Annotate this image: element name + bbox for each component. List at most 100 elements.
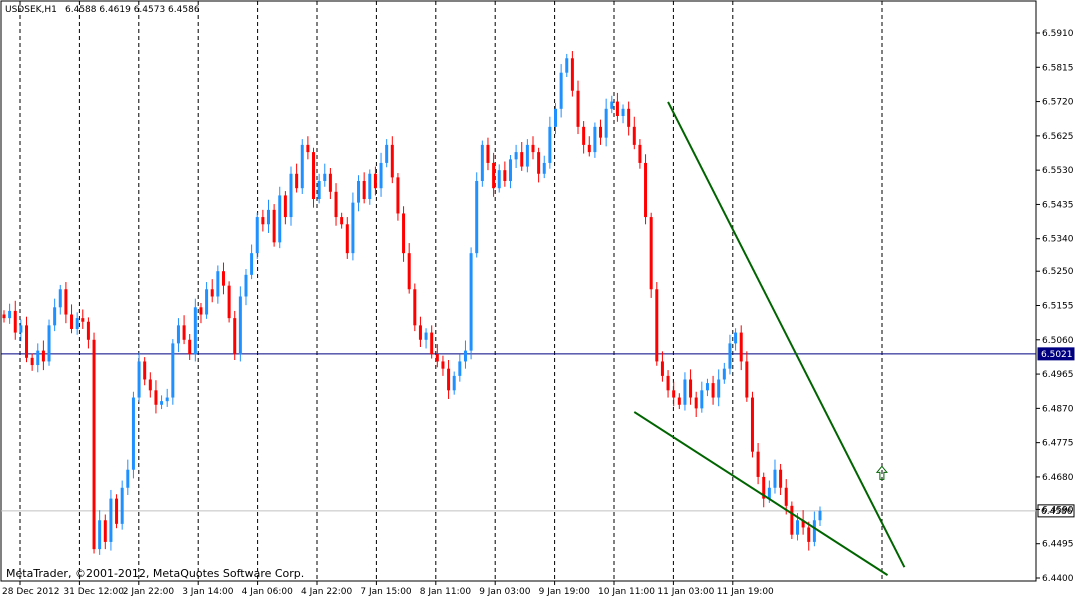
candle-body: [717, 379, 721, 398]
candle-body: [463, 350, 467, 362]
candle-body: [677, 397, 681, 405]
candle-body: [604, 108, 608, 138]
candle-body: [351, 202, 355, 254]
candle-body: [109, 498, 113, 542]
candle-body: [103, 520, 107, 542]
candle-body: [58, 289, 62, 308]
candle-body: [148, 379, 152, 391]
candle-body: [300, 144, 304, 189]
candle-body: [64, 289, 68, 315]
candle-body: [503, 170, 507, 181]
candle-body: [328, 173, 332, 192]
y-tick-label: 6.5250: [1042, 267, 1074, 277]
candle-body: [486, 144, 490, 163]
candle-body: [385, 144, 389, 163]
candle-body: [559, 72, 563, 109]
x-tick-label: 10 Jan 11:00: [598, 587, 655, 597]
candle-body: [790, 505, 794, 535]
candle-body: [131, 397, 135, 470]
candle-body: [278, 195, 282, 243]
candle-body: [441, 361, 445, 369]
candle-body: [323, 173, 327, 181]
candle-body: [86, 321, 90, 340]
y-tick-label: 6.5625: [1042, 132, 1074, 142]
candle-body: [734, 332, 738, 344]
candle-body: [554, 108, 558, 127]
candle-body: [649, 217, 653, 290]
candle-body: [492, 162, 496, 189]
price-tag: 6.5021: [1041, 350, 1073, 360]
candle-body: [19, 325, 23, 333]
candle-body: [357, 180, 361, 203]
candle-body: [98, 520, 102, 550]
candle-body: [53, 307, 57, 326]
candle-body: [2, 314, 6, 319]
candle-body: [379, 162, 383, 189]
candle-body: [47, 325, 51, 362]
candle-body: [497, 170, 501, 189]
candle-body: [632, 126, 636, 145]
x-tick-label: 31 Dec 12:00: [63, 587, 124, 597]
candle-body: [36, 350, 40, 366]
candle-body: [250, 253, 254, 275]
y-tick-label: 6.4775: [1042, 439, 1074, 449]
y-tick-label: 6.4870: [1042, 404, 1074, 414]
candle-body: [312, 152, 316, 200]
candle-body: [317, 180, 321, 200]
candle-body: [165, 397, 169, 402]
candle-body: [182, 325, 186, 340]
x-tick-label: 2 Jan 22:00: [123, 587, 175, 597]
y-tick-label: 6.5155: [1042, 302, 1074, 312]
candle-body: [92, 339, 96, 550]
candle-body: [531, 144, 535, 153]
candle-body: [340, 217, 344, 225]
candle-body: [812, 520, 816, 542]
candle-body: [120, 487, 124, 524]
candle-body: [475, 180, 479, 254]
candle-body: [458, 361, 462, 376]
candle-body: [621, 108, 625, 117]
candle-body: [615, 101, 619, 117]
candle-body: [255, 217, 259, 254]
y-tick-label: 6.4680: [1042, 473, 1074, 483]
y-tick-label: 6.4495: [1042, 540, 1074, 550]
candle-body: [70, 314, 74, 329]
candle-body: [525, 144, 529, 167]
candle-body: [261, 217, 265, 225]
candle-body: [75, 318, 79, 329]
x-tick-label: 8 Jan 11:00: [420, 587, 472, 597]
candle-body: [565, 58, 569, 73]
price-chart[interactable]: 6.50216.4586 6.59106.58156.57206.56256.5…: [0, 0, 1075, 599]
candle-body: [430, 332, 434, 355]
x-tick-label: 4 Jan 06:00: [242, 587, 294, 597]
candle-body: [795, 520, 799, 535]
candle-body: [570, 58, 574, 91]
candle-body: [508, 159, 512, 181]
candle-body: [610, 101, 614, 109]
candle-body: [334, 191, 338, 218]
candle-body: [756, 451, 760, 477]
candle-body: [210, 289, 214, 297]
x-tick-label: 9 Jan 19:00: [539, 587, 591, 597]
candle-body: [587, 144, 591, 153]
candle-body: [750, 397, 754, 452]
candle-body: [13, 310, 17, 333]
candle-body: [660, 361, 664, 376]
candle-body: [160, 401, 164, 405]
x-tick-label: 9 Jan 03:00: [479, 587, 531, 597]
candle-body: [593, 126, 597, 153]
candle-body: [238, 296, 242, 355]
candle-body: [368, 173, 372, 200]
candle-body: [818, 510, 822, 521]
plot-area: [0, 0, 1037, 582]
candle-body: [413, 289, 417, 326]
candle-body: [480, 144, 484, 181]
candle-body: [452, 375, 456, 391]
candle-body: [227, 285, 231, 319]
candle-body: [8, 310, 12, 319]
candle-body: [115, 498, 119, 524]
x-tick-label: 28 Dec 2012: [2, 587, 60, 597]
candle-body: [728, 343, 732, 369]
candle-body: [700, 390, 704, 409]
candle-body: [216, 271, 220, 297]
